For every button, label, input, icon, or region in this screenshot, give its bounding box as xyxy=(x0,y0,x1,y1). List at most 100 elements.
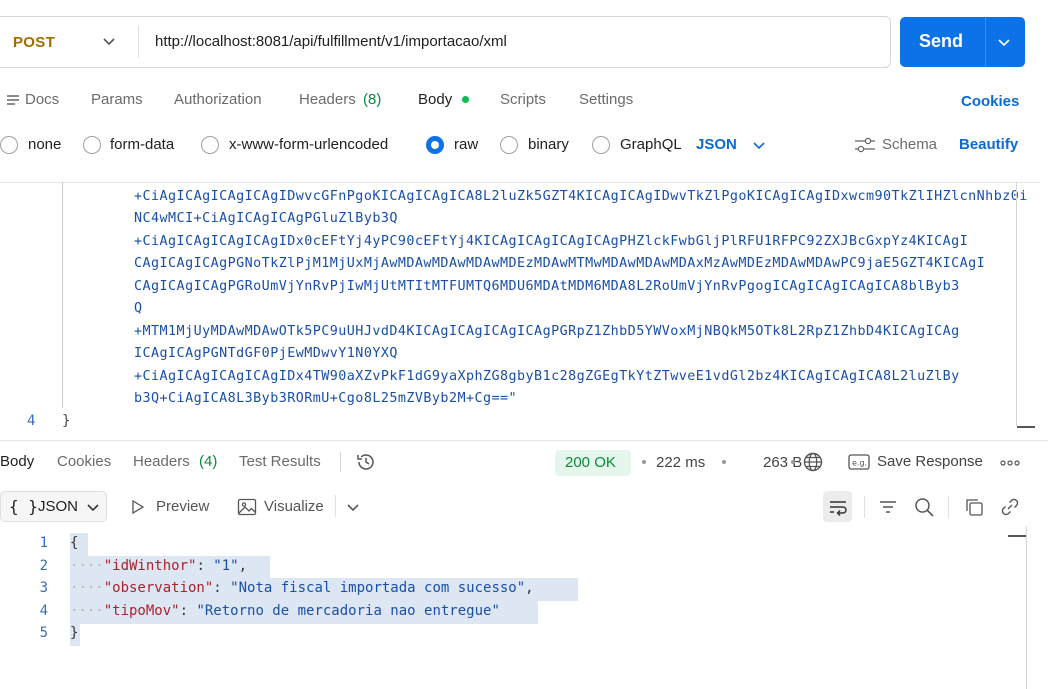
response-tab-cookies[interactable]: Cookies xyxy=(57,453,111,470)
tab-headers[interactable]: Headers xyxy=(299,91,356,108)
editor-fold-guide xyxy=(62,182,63,408)
line-number: 1 xyxy=(39,535,48,551)
more-options-icon[interactable] xyxy=(1000,460,1020,466)
json-value: "1" xyxy=(213,558,239,574)
line-number: 4 xyxy=(39,603,48,619)
divider xyxy=(864,496,865,518)
json-key: "observation" xyxy=(103,580,214,596)
response-tab-body[interactable]: Body xyxy=(0,453,34,470)
code-line: +MTM1MjUyMDAwMDAwOTk5PC9uUHJvdD4KICAgICA… xyxy=(134,324,960,339)
radio-raw[interactable] xyxy=(426,136,444,154)
response-time[interactable]: 222 ms xyxy=(656,454,705,471)
json-value: "Retorno de mercadoria nao entregue" xyxy=(196,603,500,619)
separator-dot xyxy=(791,460,795,464)
chevron-down-icon[interactable] xyxy=(751,137,767,153)
json-line: ····"tipoMov": "Retorno de mercadoria na… xyxy=(70,603,500,619)
radio-graphql[interactable] xyxy=(592,136,610,154)
url-input[interactable]: http://localhost:8081/api/fulfillment/v1… xyxy=(155,33,507,50)
response-format-label[interactable]: JSON xyxy=(38,498,78,515)
globe-icon[interactable] xyxy=(802,451,824,473)
divider xyxy=(335,495,336,517)
chevron-down-icon[interactable] xyxy=(101,33,117,49)
line-number: 5 xyxy=(39,625,48,641)
radio-form-data[interactable] xyxy=(83,136,101,154)
json-open-brace: { xyxy=(70,535,79,551)
editor-scrollbar-thumb[interactable] xyxy=(1017,426,1035,428)
visualize-button[interactable]: Visualize xyxy=(264,498,324,515)
method-select[interactable]: POST xyxy=(13,34,55,51)
json-key: "idWinthor" xyxy=(103,558,197,574)
radio-binary[interactable] xyxy=(500,136,518,154)
chevron-down-icon[interactable] xyxy=(85,499,101,515)
code-line: CAgICAgICAgPGNoTkZlPjM1MjUxMjAwMDAwMDAwM… xyxy=(134,256,986,271)
search-icon[interactable] xyxy=(913,496,935,518)
image-icon[interactable] xyxy=(237,497,257,517)
radio-urlencoded-label[interactable]: x-www-form-urlencoded xyxy=(229,136,388,153)
line-number: 4 xyxy=(27,413,36,429)
schema-button[interactable]: Schema xyxy=(882,136,937,153)
braces-icon: { } xyxy=(9,497,38,516)
send-button-label[interactable]: Send xyxy=(919,31,963,52)
code-line: CAgICAgICAgPGRoUmVjYnRvPjIwMjUtMTItMTFUM… xyxy=(134,279,960,294)
beautify-button[interactable]: Beautify xyxy=(959,136,1018,153)
response-divider[interactable] xyxy=(0,440,1048,441)
filter-icon[interactable] xyxy=(878,497,898,517)
response-tab-headers[interactable]: Headers xyxy=(133,453,190,470)
copy-icon[interactable] xyxy=(964,497,984,517)
response-tab-headers-count: (4) xyxy=(199,453,218,470)
json-line: ····"observation": "Nota fiscal importad… xyxy=(70,580,534,596)
tab-settings[interactable]: Settings xyxy=(579,91,633,108)
json-value: "Nota fiscal importada com sucesso" xyxy=(230,580,526,596)
tab-body[interactable]: Body xyxy=(418,91,452,108)
radio-raw-label[interactable]: raw xyxy=(454,136,478,153)
response-scrollbar-thumb[interactable] xyxy=(1008,535,1026,537)
code-line: +CiAgICAgICAgICAgIDwvcGFnPgoKICAgICAgICA… xyxy=(134,189,1028,204)
code-line: +CiAgICAgICAgICAgIDx4TW90aXZvPkF1dG9yaXp… xyxy=(134,369,960,384)
json-line: ····"idWinthor": "1", xyxy=(70,558,248,574)
tab-headers-count: (8) xyxy=(363,91,382,108)
code-line: NC4wMCI+CiAgICAgICAgPGluZlByb3Q xyxy=(134,211,398,226)
body-modified-dot xyxy=(462,96,469,103)
send-options-chevron-icon[interactable] xyxy=(996,34,1012,50)
radio-none-label[interactable]: none xyxy=(28,136,61,153)
line-number: 2 xyxy=(39,558,48,574)
radio-graphql-label[interactable]: GraphQL xyxy=(620,136,682,153)
tab-scripts[interactable]: Scripts xyxy=(500,91,546,108)
cookies-link[interactable]: Cookies xyxy=(961,93,1019,110)
radio-urlencoded[interactable] xyxy=(201,136,219,154)
separator-dot xyxy=(642,460,646,464)
line-number: 3 xyxy=(39,580,48,596)
wrap-lines-icon[interactable] xyxy=(828,498,848,516)
svg-text:e.g.: e.g. xyxy=(852,459,867,468)
divider xyxy=(985,17,986,67)
divider xyxy=(138,26,139,58)
save-response-button[interactable]: Save Response xyxy=(877,453,983,470)
radio-form-data-label[interactable]: form-data xyxy=(110,136,174,153)
tab-params[interactable]: Params xyxy=(91,91,143,108)
tab-docs[interactable]: Docs xyxy=(25,91,59,108)
radio-none[interactable] xyxy=(0,136,18,154)
docs-icon[interactable] xyxy=(6,93,20,107)
separator-dot xyxy=(722,460,726,464)
code-line: b3Q+CiAgICA8L3Byb3RORmU+Cgo8L25mZVByb2M+… xyxy=(134,391,518,406)
preview-button[interactable]: Preview xyxy=(156,498,209,515)
link-icon[interactable] xyxy=(999,496,1021,518)
history-icon[interactable] xyxy=(355,451,377,473)
editor-scrollbar[interactable] xyxy=(1016,182,1017,426)
tab-authorization[interactable]: Authorization xyxy=(174,91,262,108)
response-size[interactable]: 263 B xyxy=(763,454,802,471)
json-close-brace: } xyxy=(70,625,79,641)
chevron-down-icon[interactable] xyxy=(345,499,361,515)
play-icon[interactable] xyxy=(131,499,145,515)
code-line: ICAgICAgPGNTdGF0PjEwMDwvY1N0YXQ xyxy=(134,346,398,361)
response-scrollbar[interactable] xyxy=(1026,526,1027,689)
code-line: } xyxy=(62,413,71,429)
divider xyxy=(948,496,949,518)
response-tab-test-results[interactable]: Test Results xyxy=(239,453,321,470)
save-example-icon[interactable]: e.g. xyxy=(848,454,870,470)
code-line: +CiAgICAgICAgICAgIDx0cEFtYj4yPC90cEFtYj4… xyxy=(134,234,969,249)
status-code[interactable]: 200 OK xyxy=(565,454,616,471)
body-format-select[interactable]: JSON xyxy=(696,136,737,153)
radio-binary-label[interactable]: binary xyxy=(528,136,569,153)
schema-sliders-icon[interactable] xyxy=(854,136,876,154)
